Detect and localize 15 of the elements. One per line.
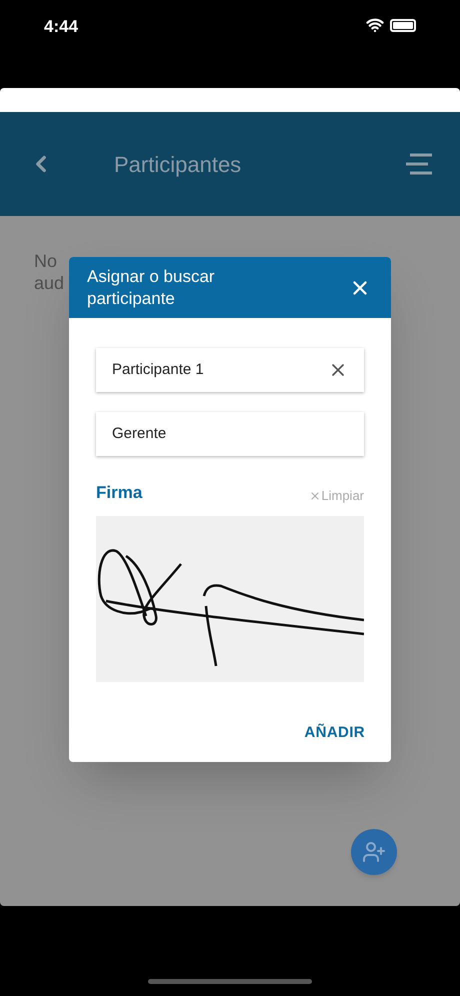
signature-label: Firma [96, 482, 142, 504]
text-field[interactable]: Gerente [96, 412, 364, 456]
signature-pad[interactable] [96, 516, 364, 682]
text-field[interactable]: Participante 1 [96, 348, 364, 392]
add-person-icon [362, 840, 386, 864]
background-text: aud [34, 272, 64, 294]
add-button[interactable]: AÑADIR [304, 722, 365, 744]
dialog-title: Asignar o buscar participante [87, 266, 216, 310]
menu-icon[interactable] [406, 153, 432, 175]
clear-icon [309, 490, 322, 502]
battery-icon [390, 18, 416, 32]
header-title: Participantes [114, 150, 242, 179]
background-text: No [34, 250, 58, 272]
wifi-icon [366, 16, 384, 34]
status-time: 4:44 [44, 16, 78, 38]
